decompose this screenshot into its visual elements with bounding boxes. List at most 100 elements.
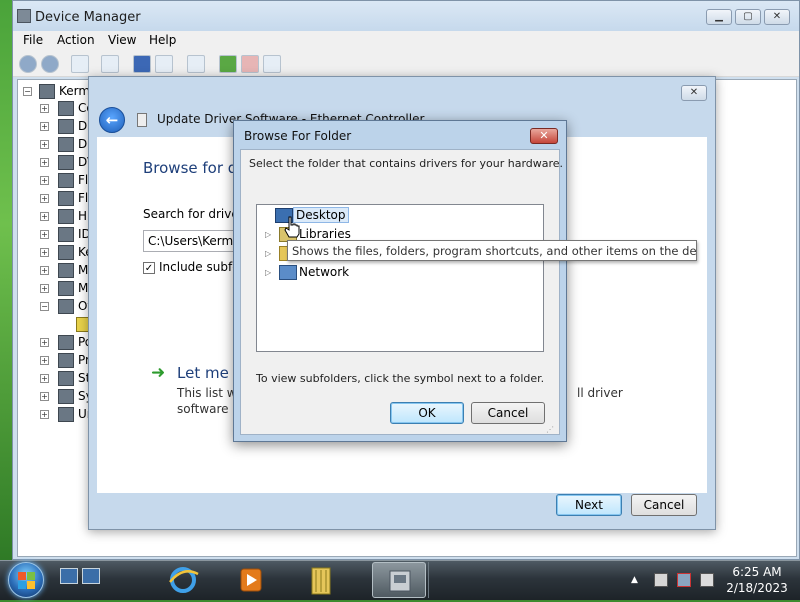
tree-item[interactable]: + Mi [26, 262, 92, 280]
driver-icon [137, 113, 147, 127]
maximize-button[interactable]: ▢ [735, 9, 761, 25]
device-icon [58, 227, 74, 242]
device-icon [58, 281, 74, 296]
media-player-icon [240, 568, 262, 592]
network-status-icon[interactable] [677, 573, 691, 587]
enable-device-icon[interactable] [263, 55, 281, 73]
tree-item[interactable]: + St [26, 370, 90, 388]
show-hidden-icons-icon[interactable]: ▲ [631, 575, 638, 585]
expand-triangle-icon[interactable]: ▷ [265, 230, 271, 239]
minimize-button[interactable]: ▁ [706, 9, 732, 25]
taskbar-device-manager[interactable] [372, 562, 426, 598]
tree-item[interactable]: + ID [26, 226, 91, 244]
action-center-icon[interactable] [654, 573, 668, 587]
clock-time: 6:25 AM [732, 565, 782, 579]
tree-item[interactable]: + Po [26, 334, 92, 352]
switch-windows-icon[interactable] [82, 568, 100, 584]
view-icon[interactable] [155, 55, 173, 73]
tree-item[interactable]: + Ke [26, 244, 93, 262]
folder-explorer-icon [311, 567, 331, 595]
uninstall-icon[interactable] [241, 55, 259, 73]
include-subfolders-checkbox[interactable]: ✓ [143, 262, 155, 274]
window-title: Device Manager [35, 10, 141, 25]
tree-item[interactable]: + Pr [26, 352, 90, 370]
tree-item[interactable]: − Ot [26, 298, 92, 316]
tree-item[interactable]: + Fl [26, 190, 88, 208]
device-manager-taskbar-icon [389, 570, 411, 592]
device-icon [58, 155, 74, 170]
menu-view[interactable]: View [108, 33, 136, 47]
taskbar-internet-explorer[interactable] [156, 562, 210, 598]
scan-hardware-icon[interactable] [187, 55, 205, 73]
wizard-cancel-button[interactable]: Cancel [631, 494, 697, 516]
device-icon [58, 119, 74, 134]
device-icon [58, 137, 74, 152]
device-icon [58, 299, 74, 314]
folder-node-network[interactable]: ▷ Network [265, 264, 525, 282]
device-icon [58, 335, 74, 350]
close-button[interactable]: ✕ [764, 9, 790, 25]
forward-arrow-icon[interactable] [41, 55, 59, 73]
volume-muted-icon[interactable] [700, 573, 714, 587]
wizard-back-button[interactable]: ← [99, 107, 125, 133]
toolbar [13, 51, 799, 77]
tree-item[interactable]: + Di [26, 136, 91, 154]
tree-item[interactable] [44, 316, 92, 334]
properties-icon[interactable] [101, 55, 119, 73]
taskbar-divider [428, 562, 429, 598]
wizard-heading: Browse for dri [143, 159, 248, 177]
hand-cursor-icon [284, 216, 300, 238]
tree-item[interactable]: + Di [26, 118, 91, 136]
device-icon [58, 353, 74, 368]
ok-button[interactable]: OK [390, 402, 464, 424]
taskbar-clock[interactable]: 6:25 AM 2/18/2023 [714, 564, 800, 596]
tree-item[interactable]: + Fl [26, 172, 88, 190]
device-manager-icon [17, 9, 31, 23]
tree-item[interactable]: + DV [26, 154, 95, 172]
option-description-tail: ll driver [577, 386, 623, 400]
update-driver-icon[interactable] [219, 55, 237, 73]
desktop-tooltip: Shows the files, folders, program shortc… [287, 240, 697, 261]
dialog-cancel-button[interactable]: Cancel [471, 402, 545, 424]
device-icon [58, 389, 74, 404]
start-button[interactable] [8, 562, 44, 598]
dialog-close-button[interactable]: ✕ [530, 128, 558, 144]
menu-file[interactable]: File [23, 33, 43, 47]
clock-date: 2/18/2023 [726, 581, 788, 595]
windows-logo-icon [18, 572, 36, 590]
folder-node-desktop[interactable]: Desktop [265, 207, 525, 225]
device-icon [58, 407, 74, 422]
show-hide-console-icon[interactable] [71, 55, 89, 73]
device-icon [58, 245, 74, 260]
computer-icon [39, 84, 55, 99]
tree-root-row[interactable]: − Kermi [19, 83, 99, 101]
show-desktop-icon[interactable] [60, 568, 78, 584]
menu-help[interactable]: Help [149, 33, 176, 47]
subfolder-hint: To view subfolders, click the symbol nex… [256, 372, 545, 385]
device-icon [58, 191, 74, 206]
expand-triangle-icon[interactable]: ▷ [265, 249, 271, 258]
green-arrow-icon: ➜ [151, 363, 166, 383]
tree-item[interactable]: + Mo [26, 280, 96, 298]
network-icon [279, 265, 297, 280]
menu-action[interactable]: Action [57, 33, 95, 47]
taskbar-media-player[interactable] [224, 562, 278, 598]
wizard-close-button[interactable]: ✕ [681, 85, 707, 101]
internet-explorer-icon [169, 567, 199, 593]
resize-grip-icon[interactable]: ⋰ [546, 425, 554, 434]
device-icon [58, 263, 74, 278]
tree-item[interactable]: + Sy [26, 388, 93, 406]
device-icon [58, 101, 74, 116]
dialog-title: Browse For Folder [244, 129, 352, 143]
help-icon[interactable] [133, 55, 151, 73]
tree-item[interactable]: + Un [26, 406, 94, 424]
browse-for-folder-dialog: Browse For Folder ✕ Select the folder th… [233, 120, 567, 442]
tree-item[interactable]: + Hu [26, 208, 95, 226]
back-arrow-icon[interactable] [19, 55, 37, 73]
device-icon [58, 371, 74, 386]
tree-item[interactable]: + Co [26, 100, 94, 118]
expand-triangle-icon[interactable]: ▷ [265, 268, 271, 277]
next-button[interactable]: Next [556, 494, 622, 516]
device-icon [58, 173, 74, 188]
taskbar-explorer[interactable] [294, 562, 348, 598]
